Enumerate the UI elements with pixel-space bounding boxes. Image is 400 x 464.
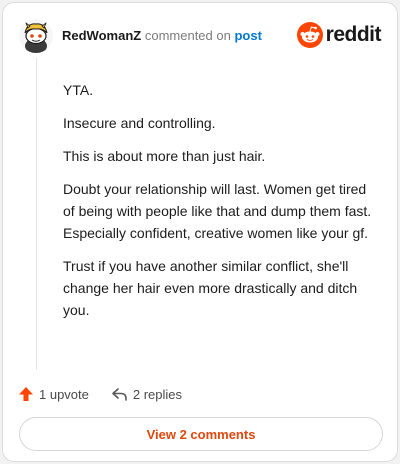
- upvote-button[interactable]: 1 upvote: [18, 386, 89, 402]
- comment-meta: RedWomanZ commented on post: [62, 28, 262, 44]
- avatar[interactable]: [19, 19, 53, 53]
- replies-count: 2 replies: [132, 386, 183, 402]
- upvote-count: 1 upvote: [39, 386, 89, 402]
- replies-button[interactable]: 2 replies: [111, 386, 182, 402]
- comment-paragraph: YTA.: [63, 82, 94, 98]
- action-text: commented on: [144, 28, 231, 43]
- reddit-logo-icon: [296, 22, 323, 48]
- upvote-arrow-icon: [19, 387, 33, 401]
- comment-embed-card: RedWomanZ commented on post reddit YTA. …: [2, 2, 398, 462]
- avatar-snoo-icon: [19, 19, 53, 53]
- comment-paragraph: Doubt your relationship will last. Women…: [63, 181, 372, 241]
- reddit-brand[interactable]: reddit: [296, 22, 382, 48]
- comment-header: RedWomanZ commented on post reddit: [19, 19, 382, 53]
- comment-paragraph: Trust if you have another similar confli…: [63, 258, 358, 318]
- reply-arrow-icon: [112, 388, 127, 401]
- author-username[interactable]: RedWomanZ: [62, 28, 141, 43]
- post-link[interactable]: post: [234, 28, 261, 43]
- comment-body: YTA. Insecure and controlling. This is a…: [63, 79, 381, 332]
- comment-actions: 1 upvote 2 replies: [18, 384, 182, 404]
- view-comments-button[interactable]: View 2 comments: [19, 417, 383, 451]
- thread-line: [36, 58, 37, 370]
- comment-paragraph: Insecure and controlling.: [63, 115, 216, 131]
- comment-paragraph: This is about more than just hair.: [63, 148, 266, 164]
- reddit-wordmark: reddit: [325, 23, 382, 46]
